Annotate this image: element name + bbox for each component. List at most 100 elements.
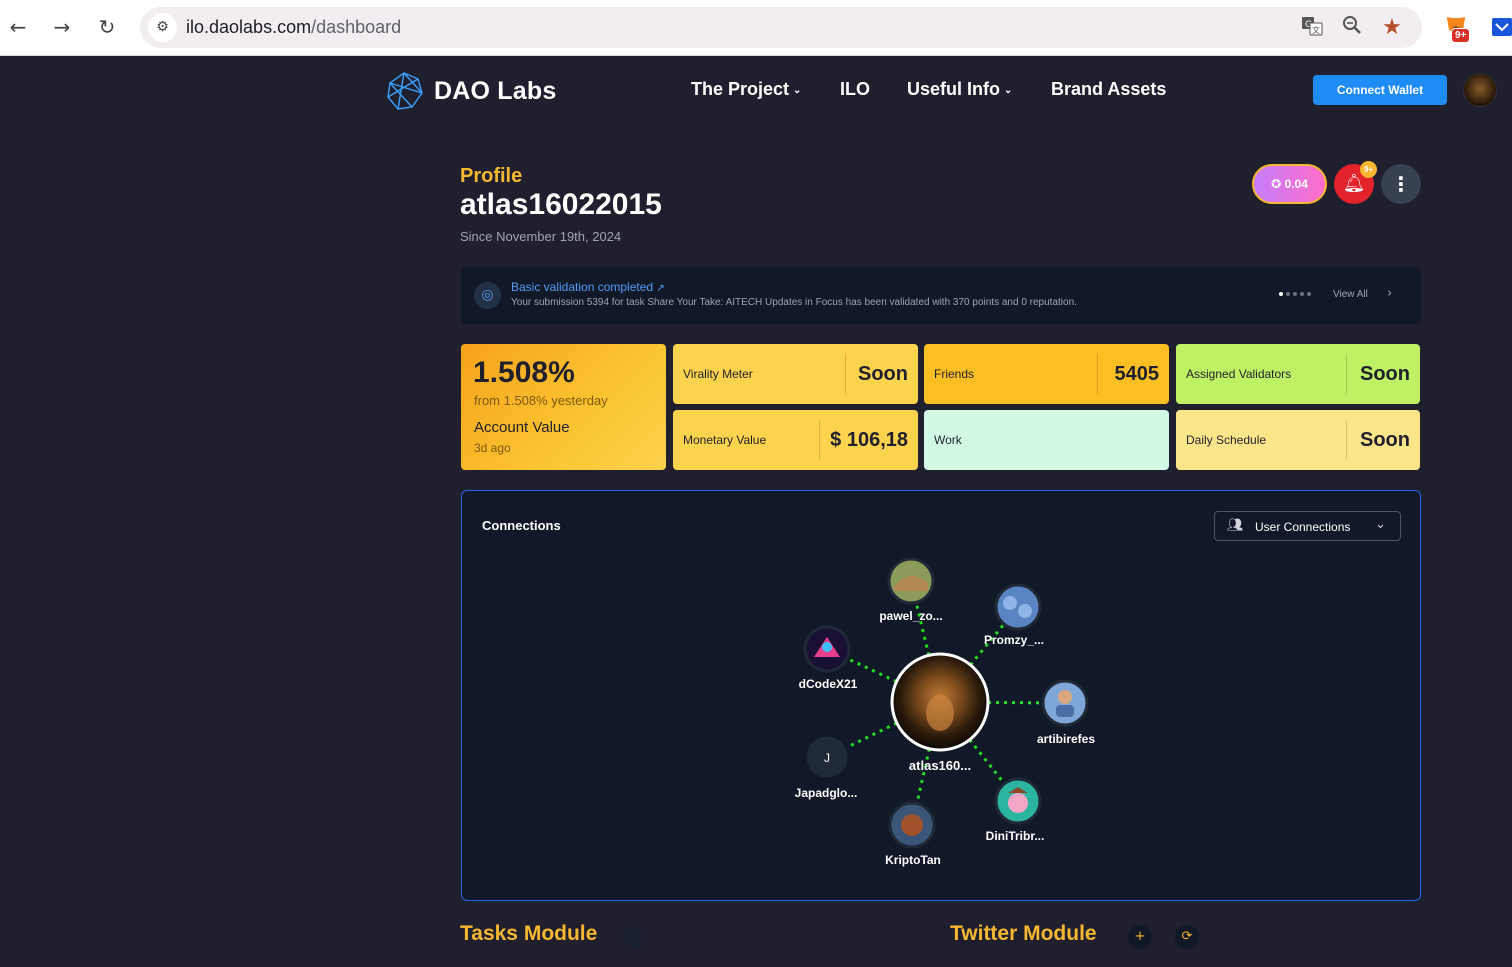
external-link-icon: ↗ <box>656 283 665 294</box>
card-value: Soon <box>858 362 908 385</box>
url-text[interactable]: ilo.daolabs.com/dashboard <box>186 17 401 38</box>
card-value: Soon <box>1360 428 1410 451</box>
daily-schedule-card: Daily Schedule Soon <box>1176 410 1420 470</box>
node-label: KriptoTan <box>885 853 941 867</box>
account-value-change: from 1.508% yesterday <box>474 393 608 408</box>
forward-arrow-icon[interactable]: → <box>47 12 77 42</box>
profile-label: Profile <box>460 165 523 187</box>
pager-dot[interactable] <box>1300 292 1304 296</box>
center-user-node[interactable]: atlas160... <box>890 652 990 773</box>
chevron-down-icon: ⌄ <box>1004 84 1013 96</box>
notification-banner: ◎ Basic validation completed ↗ Your subm… <box>461 267 1421 324</box>
work-card: Work <box>924 410 1169 470</box>
card-label: Friends <box>934 367 975 381</box>
nav-label: Brand Assets <box>1051 79 1167 99</box>
connect-wallet-button[interactable]: Connect Wallet <box>1313 75 1447 105</box>
brand-logo[interactable]: DAO Labs <box>384 69 556 113</box>
nav-label: ILO <box>840 79 870 99</box>
address-bar[interactable]: ⚙ ilo.daolabs.com/dashboard G文 ★ <box>140 7 1422 48</box>
site-settings-icon[interactable]: ⚙ <box>148 13 177 42</box>
more-options-button[interactable]: ⋮ <box>1381 164 1421 204</box>
brand-name: DAO Labs <box>434 76 557 105</box>
connection-node-promzy[interactable]: Promzy_... <box>984 583 1044 647</box>
connection-node-artibirefes[interactable]: artibirefes <box>1037 679 1095 746</box>
url-host: ilo.daolabs.com <box>186 17 312 37</box>
notification-pager <box>1279 292 1311 296</box>
avatar <box>994 583 1042 631</box>
card-divider <box>1346 354 1347 394</box>
chevron-right-icon[interactable]: › <box>1387 286 1392 301</box>
site-page: DAO Labs The Project ⌄ ILO Useful Info ⌄ B… <box>0 57 1512 967</box>
card-divider <box>819 420 820 460</box>
bookmark-star-icon[interactable]: ★ <box>1379 15 1405 41</box>
zoom-icon[interactable] <box>1339 15 1365 41</box>
node-label: pawel_zo... <box>879 609 942 623</box>
avatar-shape <box>1008 793 1028 813</box>
nav-label: The Project <box>691 79 790 99</box>
account-value-label: Account Value <box>474 419 570 436</box>
card-value: Soon <box>1360 362 1410 385</box>
card-label: Work <box>934 433 962 447</box>
connection-node-kriptotan[interactable]: KriptoTan <box>885 801 941 867</box>
node-label: dCodeX21 <box>799 677 858 691</box>
lion-face-shape <box>926 695 954 731</box>
points-value: 0.04 <box>1284 177 1308 191</box>
connection-node-japadglo[interactable]: J Japadglo... <box>795 733 858 800</box>
twitter-module-title: Twitter Module <box>950 922 1097 945</box>
connections-graph: atlas160... pawel_zo... Promzy_... dCode… <box>795 557 1095 867</box>
extension-icon[interactable] <box>1490 14 1512 40</box>
card-label: Virality Meter <box>683 367 753 381</box>
node-label: artibirefes <box>1037 732 1095 746</box>
chevron-down-icon: ⌄ <box>793 84 802 96</box>
dao-labs-logo-icon <box>387 72 423 110</box>
translate-icon[interactable]: G文 <box>1299 15 1325 41</box>
avatar-initial: J <box>824 751 830 765</box>
star-icon: ✪ <box>1271 177 1282 191</box>
profile-username: atlas16022015 <box>460 188 662 221</box>
avatar-shape <box>1018 604 1032 618</box>
friends-card: Friends 5405 <box>924 344 1169 404</box>
user-avatar[interactable] <box>1463 73 1497 107</box>
connection-node-dinitribr[interactable]: DiniTribr... <box>986 777 1045 843</box>
pager-dot[interactable] <box>1307 292 1311 296</box>
node-label: DiniTribr... <box>986 829 1045 843</box>
reload-icon[interactable]: ↻ <box>92 12 122 42</box>
notification-title-text: Basic validation completed <box>511 280 654 294</box>
avatar-shape <box>1058 690 1072 704</box>
svg-text:文: 文 <box>1312 25 1320 35</box>
kebab-menu-icon: ⋮ <box>1391 172 1411 196</box>
refresh-icon[interactable]: ⟳ <box>1175 925 1199 949</box>
nav-label: Useful Info <box>907 79 1000 99</box>
extension-badge: 9+ <box>1451 28 1471 43</box>
card-label: Monetary Value <box>683 433 767 447</box>
pager-dot[interactable] <box>1293 292 1297 296</box>
add-icon[interactable]: + <box>1128 925 1152 949</box>
url-path: /dashboard <box>311 17 402 37</box>
notification-badge: 9+ <box>1360 161 1377 178</box>
points-pill[interactable]: ✪ 0.04 <box>1252 164 1327 204</box>
card-label: Daily Schedule <box>1186 433 1267 447</box>
avatar-shape <box>822 642 832 652</box>
tasks-module-button[interactable] <box>622 925 646 949</box>
center-user-name: atlas160... <box>909 758 971 773</box>
view-all-link[interactable]: View All <box>1333 289 1368 300</box>
notification-body: Your submission 5394 for task Share Your… <box>511 297 1077 308</box>
node-label: Promzy_... <box>984 633 1044 647</box>
assigned-validators-card: Assigned Validators Soon <box>1176 344 1420 404</box>
notification-title[interactable]: Basic validation completed ↗ <box>511 280 665 294</box>
connection-node-pawel[interactable]: pawel_zo... <box>879 557 943 623</box>
card-divider <box>1097 354 1098 394</box>
back-arrow-icon[interactable]: ← <box>3 12 33 42</box>
pager-dot[interactable] <box>1279 292 1283 296</box>
pager-dot[interactable] <box>1286 292 1290 296</box>
nav-useful-info[interactable]: Useful Info ⌄ <box>907 79 1012 100</box>
account-value-card: 1.508% from 1.508% yesterday Account Val… <box>461 344 666 470</box>
nav-ilo[interactable]: ILO <box>840 79 870 100</box>
nav-brand-assets[interactable]: Brand Assets <box>1051 79 1166 100</box>
monetary-value-card: Monetary Value $ 106,18 <box>673 410 918 470</box>
nav-the-project[interactable]: The Project ⌄ <box>691 79 801 100</box>
avatar-shape <box>1003 596 1017 610</box>
virality-meter-card: Virality Meter Soon <box>673 344 918 404</box>
fingerprint-icon: ◎ <box>474 282 501 309</box>
connection-node-dcodex21[interactable]: dCodeX21 <box>799 625 858 691</box>
